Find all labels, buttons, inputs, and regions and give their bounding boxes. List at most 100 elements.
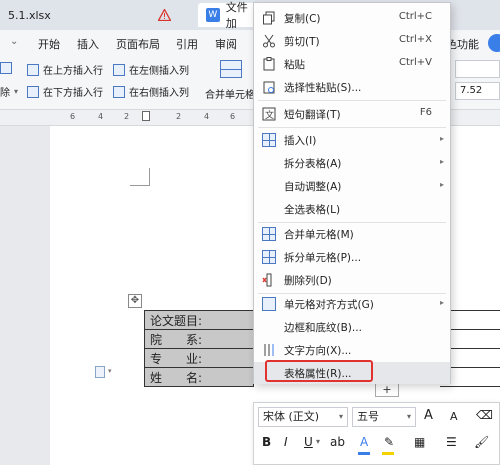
menu-reference[interactable]: 引用	[176, 36, 198, 52]
menu-item-copy[interactable]: 复制(C) Ctrl+C	[254, 7, 450, 29]
submenu-arrow-icon: ▸	[439, 180, 444, 189]
insert-row-above-label: 在上方插入行	[43, 66, 103, 77]
insert-row-below-label: 在下方插入行	[43, 88, 103, 99]
ruler-tick: 6	[70, 112, 76, 121]
ruler-tick: 6	[230, 112, 236, 121]
menu-item-label: 粘贴	[284, 59, 305, 71]
underline-button[interactable]: U	[304, 435, 313, 449]
row-height-field[interactable]	[455, 60, 500, 78]
bold-button[interactable]: B	[262, 435, 271, 449]
column-width-field[interactable]: 7.52	[455, 82, 500, 100]
delete-label: 除	[0, 88, 10, 99]
clear-format-icon[interactable]: ⌫	[476, 408, 493, 422]
menu-insert[interactable]: 插入	[77, 36, 99, 52]
table-row: 论文题目:	[144, 310, 254, 330]
font-size-select[interactable]: 五号 ▾	[352, 407, 416, 427]
menu-item-label: 选择性粘贴(S)...	[284, 82, 362, 94]
ruler-tick: 4	[98, 112, 104, 121]
column-width-value: 7.52	[460, 85, 483, 96]
insert-col-left-button[interactable]: 在左侧插入列	[113, 62, 189, 77]
chevron-down-icon[interactable]: ⌄	[10, 36, 18, 47]
insert-col-right-button[interactable]: 在右侧插入列	[113, 84, 189, 99]
submenu-arrow-icon: ▸	[439, 134, 444, 143]
chevron-down-icon: ▾	[338, 412, 343, 421]
menu-item-insert[interactable]: 插入(I) ▸	[254, 129, 450, 151]
menu-item-text-direction[interactable]: 文字方向(X)...	[254, 339, 450, 361]
menu-item-delete-column[interactable]: 删除列(D)	[254, 269, 450, 291]
italic-button[interactable]: I	[284, 435, 288, 449]
font-family-select[interactable]: 宋体 (正文) ▾	[258, 407, 348, 427]
menu-page-layout[interactable]: 页面布局	[116, 36, 160, 52]
form-table[interactable]: 论文题目: 院 系: 专 业: 姓 名:	[144, 310, 254, 387]
borders-icon[interactable]: ▦	[414, 435, 425, 449]
menu-item-shortcut: Ctrl+V	[398, 57, 432, 68]
ruler-tick: 4	[204, 112, 210, 121]
add-row-button[interactable]: +	[375, 383, 399, 397]
strikethrough-icon[interactable]: ab	[330, 435, 345, 449]
ruler-indent-marker[interactable]	[142, 111, 150, 121]
menu-item-label: 拆分单元格(P)...	[284, 252, 362, 264]
menu-item-label: 剪切(T)	[284, 36, 320, 48]
submenu-arrow-icon: ▸	[439, 157, 444, 166]
font-size-value: 五号	[357, 410, 379, 423]
font-grow-button[interactable]: A	[424, 408, 433, 423]
menu-item-split-cells[interactable]: 拆分单元格(P)...	[254, 246, 450, 268]
menu-item-translate[interactable]: 文 短句翻译(T) F6	[254, 103, 450, 125]
merge-cells-label: 合并单元格	[205, 90, 255, 101]
merge-cells-icon[interactable]	[220, 60, 242, 78]
menu-item-cut[interactable]: 剪切(T) Ctrl+X	[254, 30, 450, 52]
menu-item-select-table[interactable]: 全选表格(L)	[254, 198, 450, 220]
insert-row-above-icon	[27, 63, 39, 76]
menu-item-label: 文字方向(X)...	[284, 345, 352, 357]
account-avatar[interactable]	[488, 34, 500, 52]
insert-col-left-icon	[113, 63, 125, 76]
format-painter-icon[interactable]: 🖌	[474, 435, 489, 449]
menu-item-shortcut: F6	[419, 107, 432, 118]
table-cell[interactable]: 姓 名:	[144, 367, 254, 387]
highlight-box	[265, 360, 373, 382]
tab-document[interactable]: W 文件加	[198, 1, 258, 30]
menu-item-label: 删除列(D)	[284, 275, 332, 287]
merge-cells-button[interactable]: 合并单元格	[205, 86, 255, 101]
delete-menu[interactable]: 除 ▾	[0, 84, 18, 99]
highlight-color-icon[interactable]: ✎	[384, 435, 394, 449]
menu-item-paste-special[interactable]: 选择性粘贴(S)...	[254, 76, 450, 98]
font-shrink-button[interactable]: A	[450, 410, 458, 423]
menu-item-merge-cells[interactable]: 合并单元格(M)	[254, 223, 450, 245]
copy-icon	[262, 11, 276, 25]
menu-item-shortcut: Ctrl+C	[398, 11, 432, 22]
menu-item-cell-alignment[interactable]: 单元格对齐方式(G) ▸	[254, 293, 450, 315]
chevron-down-icon[interactable]: ▾	[108, 367, 112, 375]
menu-item-borders-shading[interactable]: 边框和底纹(B)...	[254, 316, 450, 338]
page-margin-mark	[130, 168, 150, 186]
menu-item-auto-fit[interactable]: 自动调整(A) ▸	[254, 175, 450, 197]
scissors-icon	[262, 34, 276, 48]
chevron-down-icon: ▾	[406, 412, 411, 421]
menu-separator	[258, 100, 446, 101]
table-row: 专 业:	[144, 348, 254, 368]
chevron-down-icon[interactable]: ▾	[316, 437, 320, 446]
table-cell[interactable]: 专 业:	[144, 348, 254, 368]
menu-home[interactable]: 开始	[38, 36, 60, 52]
table-move-handle[interactable]: ✥	[128, 294, 142, 308]
menu-item-label: 合并单元格(M)	[284, 229, 354, 241]
insert-col-left-label: 在左侧插入列	[129, 66, 189, 77]
insert-row-below-button[interactable]: 在下方插入行	[27, 84, 103, 99]
warning-icon[interactable]	[158, 9, 171, 21]
align-icon[interactable]: ☰	[446, 435, 457, 449]
table-cell[interactable]: 院 系:	[144, 329, 254, 349]
menu-review[interactable]: 审阅	[215, 36, 237, 52]
table-cell[interactable]: 论文题目:	[144, 310, 254, 330]
font-color-icon[interactable]: A	[360, 435, 368, 449]
insert-row-above-button[interactable]: 在上方插入行	[27, 62, 103, 77]
font-color-bar	[358, 452, 370, 455]
paragraph-icon[interactable]	[95, 366, 105, 378]
menu-item-shortcut: Ctrl+X	[398, 34, 432, 45]
menu-item-split-table[interactable]: 拆分表格(A) ▸	[254, 152, 450, 174]
table-insert-icon	[262, 133, 276, 147]
ruler-tick: 2	[176, 112, 182, 121]
menu-item-label: 插入(I)	[284, 135, 317, 147]
menu-item-paste[interactable]: 粘贴 Ctrl+V	[254, 53, 450, 75]
insert-row-below-icon	[27, 85, 39, 98]
menu-item-label: 边框和底纹(B)...	[284, 322, 362, 334]
